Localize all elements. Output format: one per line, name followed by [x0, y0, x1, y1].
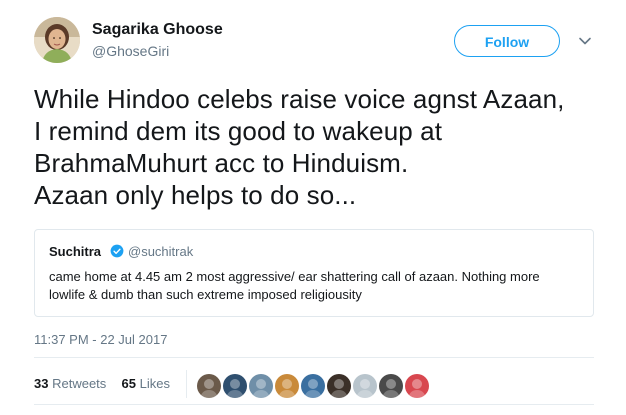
liker-avatar-icon [275, 374, 299, 398]
author-name[interactable]: Sagarika Ghoose [92, 21, 223, 39]
author-handle[interactable]: @GhoseGiri [92, 43, 169, 59]
likes-stat[interactable]: 65 Likes [122, 376, 170, 391]
stats-separator [186, 370, 187, 398]
tweet-stats: 33 Retweets 65 Likes [34, 376, 170, 391]
liker-avatar-icon [405, 374, 429, 398]
profile-photo-icon [34, 17, 80, 63]
follow-button[interactable]: Follow [454, 25, 560, 57]
divider [34, 404, 594, 405]
quote-text-line: came home at 4.45 am 2 most aggressive/ … [49, 269, 540, 284]
liker-avatar[interactable] [352, 373, 378, 399]
liker-avatar-icon [223, 374, 247, 398]
quote-text-line: lowlife & dumb than such extreme imposed… [49, 287, 362, 302]
liker-avatar[interactable] [248, 373, 274, 399]
quote-author-handle: @suchitrak [128, 244, 194, 259]
retweets-label: Retweets [52, 376, 107, 391]
liker-avatar[interactable] [326, 373, 352, 399]
tweet-text-line: While Hindoo celebs raise voice agnst Az… [34, 84, 565, 114]
likes-label: Likes [139, 376, 170, 391]
liker-avatar-icon [379, 374, 403, 398]
chevron-down-icon[interactable] [578, 34, 592, 48]
liker-avatar[interactable] [404, 373, 430, 399]
liker-avatar[interactable] [300, 373, 326, 399]
author-avatar[interactable] [34, 17, 80, 63]
quote-text: came home at 4.45 am 2 most aggressive/ … [49, 268, 579, 304]
tweet-text-line: BrahmaMuhurt acc to Hinduism. [34, 148, 409, 178]
tweet-timestamp[interactable]: 11:37 PM - 22 Jul 2017 [34, 332, 167, 347]
tweet-text: While Hindoo celebs raise voice agnst Az… [34, 83, 594, 211]
verified-badge-icon [110, 244, 124, 258]
liker-avatar-icon [249, 374, 273, 398]
tweet-card: Sagarika Ghoose @GhoseGiri Follow While … [0, 0, 626, 415]
liker-avatar[interactable] [222, 373, 248, 399]
liker-avatar-icon [197, 374, 221, 398]
tweet-text-line: I remind dem its good to wakeup at [34, 116, 443, 146]
likes-count: 65 [121, 376, 137, 391]
retweets-stat[interactable]: 33 Retweets [34, 376, 110, 391]
liker-avatar-icon [353, 374, 377, 398]
liker-avatar-icon [327, 374, 351, 398]
quote-author-name: Suchitra [49, 244, 102, 259]
liker-avatar[interactable] [196, 373, 222, 399]
liker-avatar-icon [301, 374, 325, 398]
retweets-count: 33 [34, 376, 49, 391]
liker-avatar[interactable] [378, 373, 404, 399]
quoted-tweet[interactable]: Suchitra @suchitrak came home at 4.45 am… [34, 229, 594, 317]
tweet-text-line: Azaan only helps to do so... [34, 180, 357, 210]
divider [34, 357, 594, 358]
liker-avatar[interactable] [274, 373, 300, 399]
